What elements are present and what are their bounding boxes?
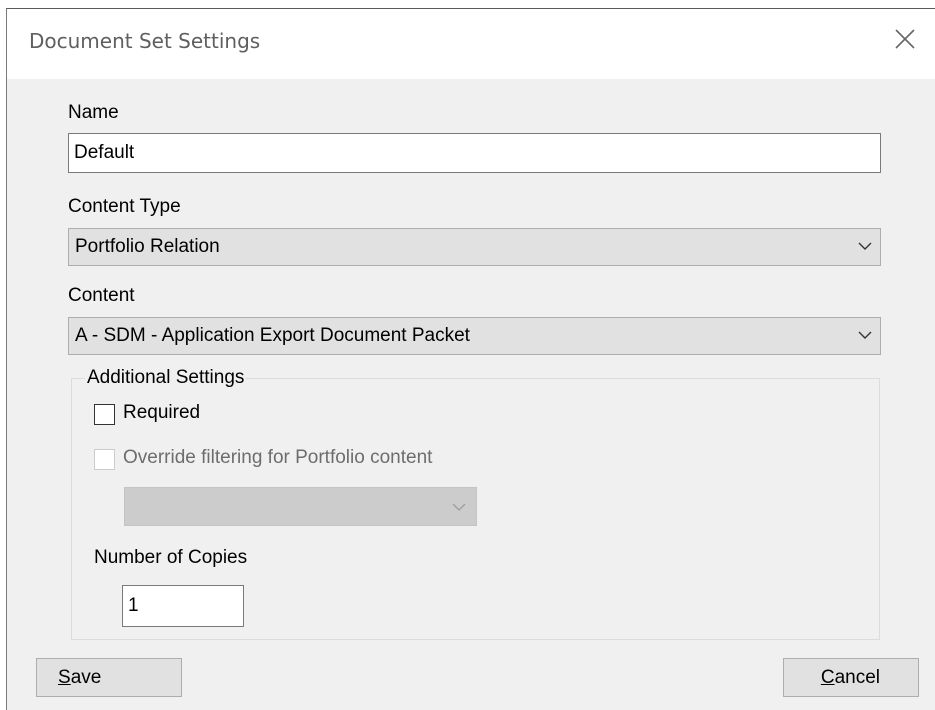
content-type-selected-value: Portfolio Relation: [75, 236, 220, 257]
window-title: Document Set Settings: [29, 29, 261, 53]
name-label: Name: [68, 102, 119, 123]
close-button[interactable]: [875, 9, 935, 69]
additional-settings-legend: Additional Settings: [85, 367, 247, 389]
name-input[interactable]: [68, 133, 881, 173]
override-filtering-label[interactable]: Override filtering for Portfolio content: [123, 447, 432, 469]
content-type-dropdown[interactable]: Portfolio Relation: [68, 228, 881, 266]
save-button-label: Save: [58, 667, 101, 689]
save-button[interactable]: Save: [36, 658, 182, 697]
content-selected-value: A - SDM - Application Export Document Pa…: [75, 325, 470, 346]
number-of-copies-label: Number of Copies: [94, 547, 248, 568]
cancel-mnemonic: C: [820, 666, 835, 688]
chevron-down-icon: [858, 242, 872, 250]
title-bar: Document Set Settings: [7, 9, 935, 79]
chevron-down-icon: [858, 331, 872, 339]
content-dropdown[interactable]: A - SDM - Application Export Document Pa…: [68, 317, 881, 355]
content-label: Content: [68, 285, 135, 306]
number-of-copies-input[interactable]: [122, 585, 244, 627]
portfolio-filter-dropdown[interactable]: [124, 487, 477, 526]
cancel-button-label: Cancel: [821, 667, 880, 689]
save-label-rest: ave: [70, 666, 102, 688]
cancel-label-rest: ancel: [834, 666, 880, 688]
save-mnemonic: S: [58, 666, 71, 688]
required-label[interactable]: Required: [123, 402, 200, 424]
background-strip: [0, 0, 935, 8]
content-type-label: Content Type: [68, 196, 181, 217]
chevron-down-icon: [452, 503, 466, 511]
required-checkbox[interactable]: [94, 404, 115, 425]
cancel-button[interactable]: Cancel: [783, 658, 919, 697]
override-filtering-checkbox[interactable]: [94, 449, 115, 470]
close-icon: [895, 29, 915, 49]
document-set-settings-dialog: Document Set Settings Name Content Type …: [6, 8, 935, 710]
